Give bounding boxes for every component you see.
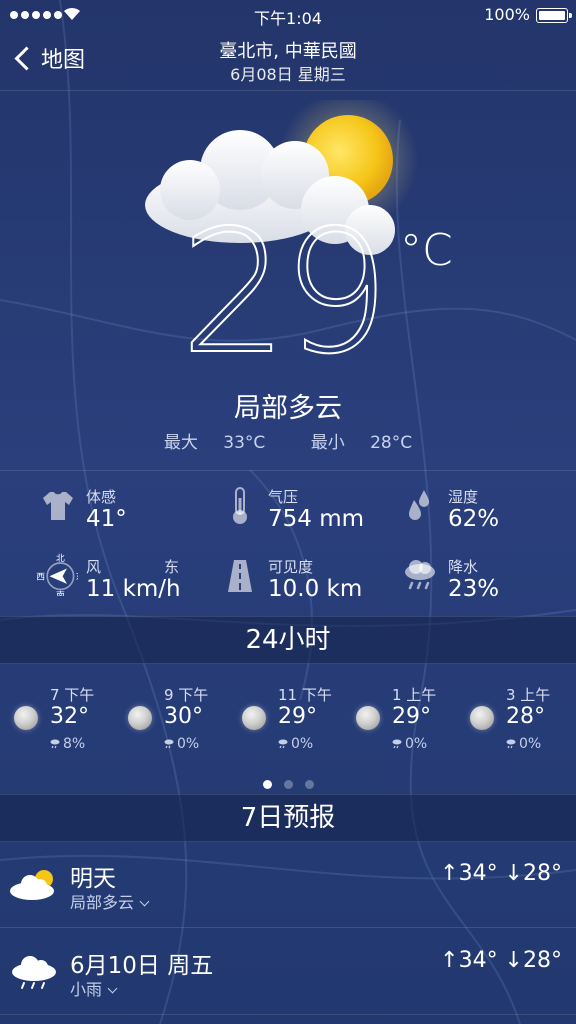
forecast-day-name: 明天	[70, 866, 116, 892]
precipitation-value: 23%	[448, 576, 500, 602]
hour-temp: 28°	[506, 704, 545, 729]
forecast-day-condition: 局部多云	[70, 889, 150, 913]
compass-north: 北	[56, 553, 65, 564]
hour-item: 3 上午 28° 0%	[458, 680, 572, 770]
forecast-condition-text: 小雨	[70, 980, 103, 999]
thermometer-icon	[233, 487, 247, 524]
hour-item: 7 下午 32° 8%	[2, 680, 116, 770]
hour-precip: 8%	[50, 736, 85, 752]
rain-drop-icon	[164, 739, 174, 749]
visibility-value: 10.0 km	[268, 576, 363, 602]
hour-time: 7 下午	[50, 686, 95, 704]
wind-value: 11 km/h	[86, 576, 181, 602]
forecast-day-row[interactable]: 6月10日 周五 小雨 ↑34° ↓28°	[0, 928, 576, 1015]
tshirt-icon	[43, 492, 73, 520]
compass-east: 东	[76, 571, 78, 583]
hour-precip-value: 0%	[291, 736, 314, 752]
compass-west: 西	[36, 572, 45, 583]
rain-drop-icon	[506, 739, 516, 749]
min-max-temperature: 最大 33°C 最小 28°C	[0, 428, 576, 453]
feels-like-value: 41°	[86, 506, 127, 532]
location-title: 臺北市, 中華民國	[219, 41, 357, 62]
compass-south: 南	[56, 589, 65, 596]
page-dot[interactable]	[283, 780, 293, 789]
status-bar: 下午1:04 100%	[0, 0, 576, 30]
droplets-icon	[409, 490, 429, 520]
forecast-day-row[interactable]: 明天 局部多云 ↑34° ↓28°	[0, 841, 576, 928]
divider	[0, 470, 576, 471]
forecast-condition-text: 局部多云	[70, 893, 135, 912]
hour-precip-value: 0%	[405, 736, 428, 752]
forecast-day-condition: 小雨	[70, 976, 118, 1000]
moon-icon	[128, 706, 152, 730]
hour-precip-value: 0%	[177, 736, 200, 752]
humidity-value: 62%	[448, 506, 500, 532]
pressure-label: 气压	[268, 488, 299, 506]
header: 地图 臺北市, 中華民國 6月08日 星期三	[0, 30, 576, 91]
chevron-down-icon	[107, 983, 118, 994]
hour-precip-value: 0%	[519, 736, 542, 752]
max-value: 33°C	[223, 433, 266, 453]
rain-drop-icon	[50, 739, 60, 749]
moon-icon	[242, 706, 266, 730]
feels-like-label: 体感	[86, 488, 117, 506]
moon-icon	[14, 706, 38, 730]
moon-icon	[470, 706, 494, 730]
hour-item: 9 下午 30° 0%	[116, 680, 230, 770]
hour-precip: 0%	[506, 736, 541, 752]
forecast-day-range: ↑34° ↓28°	[440, 861, 562, 886]
temperature-unit: °C	[400, 225, 453, 276]
current-condition: 局部多云	[234, 393, 342, 424]
min-label: 最小	[310, 433, 345, 453]
hour-time: 9 下午	[164, 686, 209, 704]
forecast-section-header: 7日预报	[0, 794, 576, 842]
partly-cloudy-icon	[10, 870, 54, 900]
humidity-label: 湿度	[448, 488, 479, 506]
rain-drop-icon	[392, 739, 402, 749]
forecast-day-range: ↑34° ↓28°	[440, 948, 562, 973]
road-icon	[228, 560, 252, 592]
chevron-down-icon	[139, 896, 150, 907]
hour-precip-value: 8%	[63, 736, 86, 752]
rain-icon	[12, 956, 56, 989]
hour-item: 11 下午 29° 0%	[230, 680, 344, 770]
min-value: 28°C	[370, 433, 413, 453]
hour-time: 1 上午	[392, 686, 437, 704]
hour-precip: 0%	[392, 736, 427, 752]
location-date: 6月08日 星期三	[230, 65, 346, 84]
battery-percent: 100%	[484, 5, 530, 24]
current-temperature: 29	[179, 194, 391, 392]
hour-temp: 32°	[50, 704, 89, 729]
hour-time: 3 上午	[506, 686, 551, 704]
hour-temp: 29°	[278, 704, 317, 729]
wind-direction: 东	[164, 558, 180, 576]
hour-time: 11 下午	[278, 686, 332, 704]
visibility-label: 可见度	[268, 558, 314, 576]
battery-icon	[536, 8, 572, 23]
hour-precip: 0%	[164, 736, 199, 752]
hourly-forecast[interactable]: 7 下午 32° 8% 9 下午 30° 0% 11 下午 29° 0% 1 上…	[0, 680, 576, 770]
hour-precip: 0%	[278, 736, 313, 752]
wind-label: 风	[86, 558, 102, 576]
precipitation-label: 降水	[448, 558, 479, 576]
hour-temp: 30°	[164, 704, 203, 729]
pressure-value: 754 mm	[268, 506, 365, 532]
moon-icon	[356, 706, 380, 730]
rain-cloud-icon	[405, 560, 435, 590]
hour-item: 1 上午 29° 0%	[344, 680, 458, 770]
compass-icon: 北 南 西 东	[36, 553, 78, 596]
page-indicator[interactable]	[0, 774, 576, 793]
hour-temp: 29°	[392, 704, 431, 729]
rain-drop-icon	[278, 739, 288, 749]
page-dot[interactable]	[304, 780, 314, 789]
max-label: 最大	[163, 433, 198, 453]
hourly-section-header: 24小时	[0, 616, 576, 664]
forecast-day-name: 6月10日 周五	[70, 953, 214, 979]
page-dot-active[interactable]	[262, 780, 272, 789]
